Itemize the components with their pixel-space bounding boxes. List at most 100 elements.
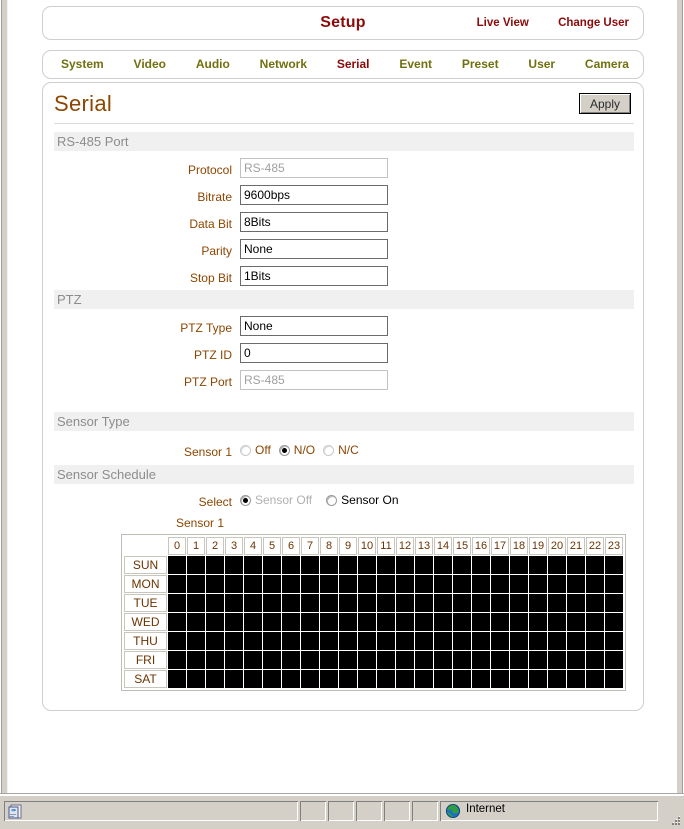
tab-camera[interactable]: Camera (585, 57, 629, 71)
schedule-cell[interactable] (168, 575, 186, 593)
schedule-cell[interactable] (206, 556, 224, 574)
schedule-cell[interactable] (491, 575, 509, 593)
resize-grip[interactable] (669, 814, 681, 826)
schedule-cell[interactable] (415, 594, 433, 612)
schedule-cell[interactable] (339, 594, 357, 612)
schedule-cell[interactable] (453, 594, 471, 612)
schedule-cell[interactable] (567, 594, 585, 612)
schedule-cell[interactable] (415, 613, 433, 631)
radio-schedule-sensor-off[interactable]: Sensor Off (240, 493, 312, 507)
schedule-cell[interactable] (263, 575, 281, 593)
schedule-cell[interactable] (377, 632, 395, 650)
schedule-cell[interactable] (244, 670, 262, 688)
schedule-cell[interactable] (358, 613, 376, 631)
schedule-cell[interactable] (339, 613, 357, 631)
schedule-cell[interactable] (187, 632, 205, 650)
schedule-cell[interactable] (206, 575, 224, 593)
schedule-cell[interactable] (282, 632, 300, 650)
schedule-cell[interactable] (320, 670, 338, 688)
schedule-cell[interactable] (434, 670, 452, 688)
schedule-cell[interactable] (168, 632, 186, 650)
schedule-cell[interactable] (510, 594, 528, 612)
schedule-hour-header[interactable]: 7 (301, 537, 319, 555)
schedule-cell[interactable] (529, 670, 547, 688)
schedule-cell[interactable] (339, 651, 357, 669)
schedule-cell[interactable] (453, 670, 471, 688)
schedule-cell[interactable] (168, 670, 186, 688)
schedule-cell[interactable] (434, 651, 452, 669)
schedule-cell[interactable] (339, 575, 357, 593)
tab-user[interactable]: User (528, 57, 555, 71)
schedule-hour-header[interactable]: 5 (263, 537, 281, 555)
schedule-hour-header[interactable]: 15 (453, 537, 471, 555)
schedule-cell[interactable] (320, 651, 338, 669)
schedule-cell[interactable] (187, 575, 205, 593)
schedule-cell[interactable] (529, 594, 547, 612)
apply-button[interactable]: Apply (579, 93, 631, 114)
schedule-cell[interactable] (434, 575, 452, 593)
schedule-cell[interactable] (548, 594, 566, 612)
schedule-cell[interactable] (510, 556, 528, 574)
schedule-cell[interactable] (472, 613, 490, 631)
schedule-cell[interactable] (510, 575, 528, 593)
schedule-day-label[interactable]: MON (124, 575, 167, 593)
schedule-cell[interactable] (529, 575, 547, 593)
schedule-cell[interactable] (225, 651, 243, 669)
schedule-cell[interactable] (605, 575, 623, 593)
schedule-cell[interactable] (301, 556, 319, 574)
schedule-cell[interactable] (453, 632, 471, 650)
schedule-cell[interactable] (358, 632, 376, 650)
schedule-cell[interactable] (225, 632, 243, 650)
schedule-cell[interactable] (282, 594, 300, 612)
schedule-cell[interactable] (244, 651, 262, 669)
schedule-cell[interactable] (339, 556, 357, 574)
schedule-day-label[interactable]: FRI (124, 651, 167, 669)
schedule-cell[interactable] (206, 651, 224, 669)
schedule-cell[interactable] (605, 670, 623, 688)
schedule-cell[interactable] (301, 670, 319, 688)
schedule-cell[interactable] (434, 556, 452, 574)
schedule-cell[interactable] (396, 556, 414, 574)
tab-system[interactable]: System (61, 57, 104, 71)
schedule-cell[interactable] (415, 575, 433, 593)
bitrate-select[interactable]: 9600bps (240, 185, 388, 205)
schedule-cell[interactable] (529, 613, 547, 631)
schedule-cell[interactable] (168, 556, 186, 574)
schedule-cell[interactable] (548, 575, 566, 593)
schedule-cell[interactable] (472, 651, 490, 669)
schedule-cell[interactable] (472, 594, 490, 612)
schedule-cell[interactable] (415, 670, 433, 688)
schedule-cell[interactable] (548, 613, 566, 631)
schedule-cell[interactable] (244, 613, 262, 631)
schedule-cell[interactable] (244, 575, 262, 593)
schedule-cell[interactable] (586, 670, 604, 688)
schedule-cell[interactable] (282, 670, 300, 688)
schedule-cell[interactable] (472, 670, 490, 688)
schedule-cell[interactable] (263, 651, 281, 669)
tab-network[interactable]: Network (260, 57, 307, 71)
schedule-cell[interactable] (263, 632, 281, 650)
schedule-cell[interactable] (396, 632, 414, 650)
schedule-hour-header[interactable]: 16 (472, 537, 490, 555)
schedule-hour-header[interactable]: 1 (187, 537, 205, 555)
schedule-cell[interactable] (510, 613, 528, 631)
tab-preset[interactable]: Preset (462, 57, 499, 71)
live-view-link[interactable]: Live View (477, 17, 529, 29)
schedule-cell[interactable] (605, 613, 623, 631)
schedule-hour-header[interactable]: 10 (358, 537, 376, 555)
schedule-cell[interactable] (358, 651, 376, 669)
ptz-type-select[interactable]: None (240, 316, 388, 336)
schedule-cell[interactable] (605, 594, 623, 612)
schedule-cell[interactable] (491, 613, 509, 631)
radio-sensor-nc[interactable]: N/C (323, 443, 359, 457)
schedule-cell[interactable] (396, 575, 414, 593)
schedule-cell[interactable] (206, 594, 224, 612)
schedule-cell[interactable] (472, 575, 490, 593)
schedule-cell[interactable] (491, 556, 509, 574)
schedule-cell[interactable] (282, 613, 300, 631)
schedule-cell[interactable] (510, 651, 528, 669)
schedule-cell[interactable] (491, 632, 509, 650)
schedule-cell[interactable] (491, 670, 509, 688)
schedule-hour-header[interactable]: 2 (206, 537, 224, 555)
schedule-cell[interactable] (453, 556, 471, 574)
